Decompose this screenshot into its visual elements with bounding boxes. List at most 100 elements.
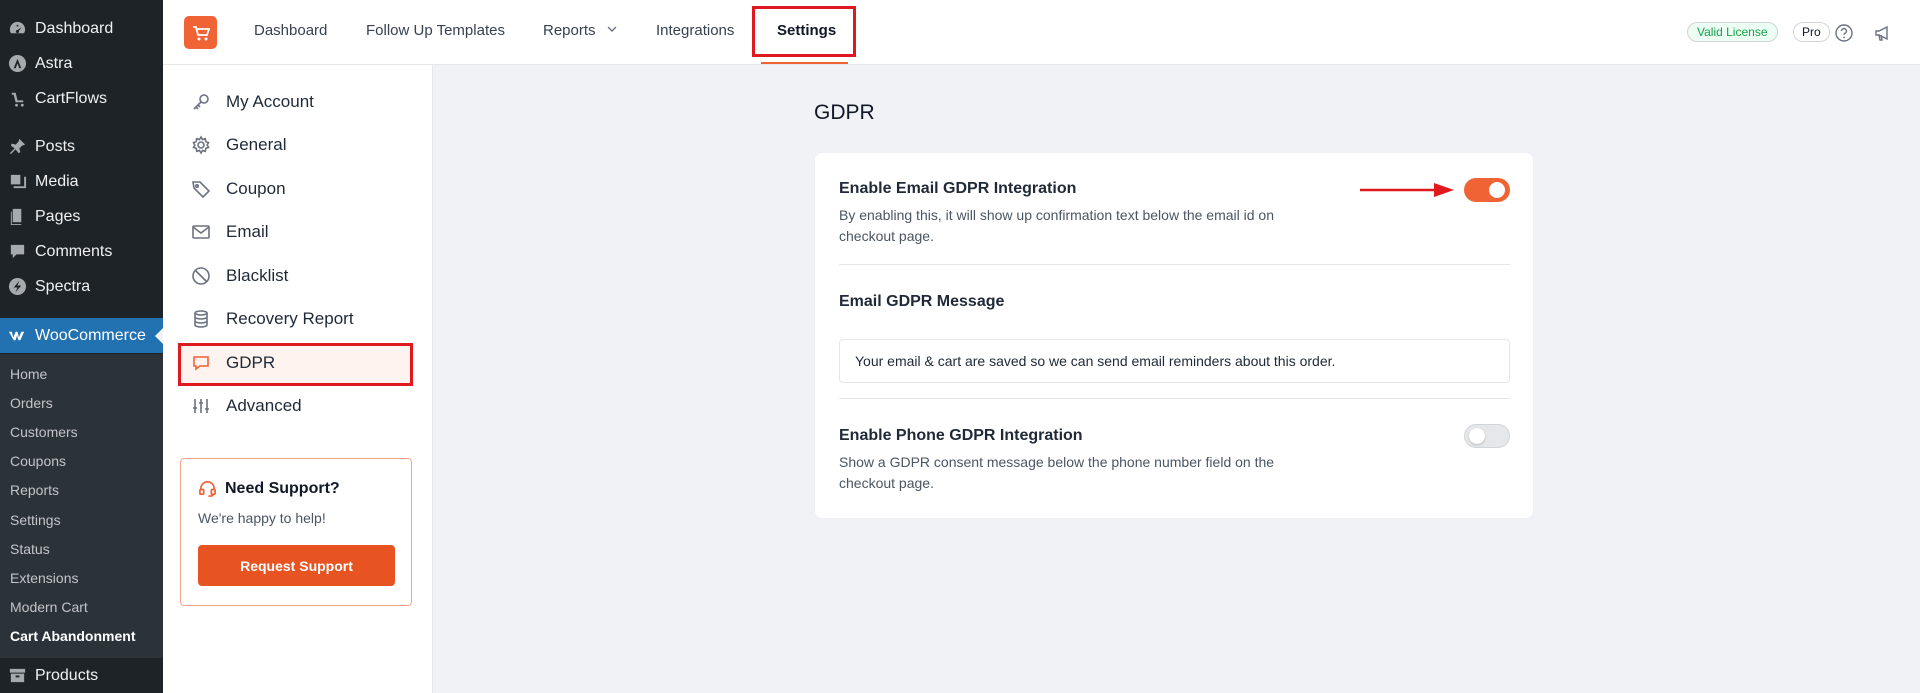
email-gdpr-description: By enabling this, it will show up confir… <box>839 207 1274 244</box>
tag-icon <box>192 181 211 199</box>
wp-menu-dashboard[interactable]: Dashboard <box>0 11 163 46</box>
divider <box>839 398 1510 399</box>
submenu-cart-abandonment[interactable]: Cart Abandonment <box>10 628 135 644</box>
wp-menu-products[interactable]: Products <box>0 658 163 693</box>
ban-icon <box>192 267 210 285</box>
wp-menu-astra[interactable]: Astra <box>0 46 163 81</box>
wp-menu-label: Pages <box>35 207 81 225</box>
tab-reports-label: Reports <box>543 22 596 39</box>
phone-gdpr-toggle[interactable] <box>1464 424 1510 448</box>
email-gdpr-message-input[interactable] <box>839 339 1510 383</box>
email-gdpr-message-title: Email GDPR Message <box>839 293 1005 310</box>
chat-bubble-icon <box>193 356 209 371</box>
submenu-extensions[interactable]: Extensions <box>10 570 78 586</box>
toggle-knob <box>1469 428 1485 444</box>
request-support-button[interactable]: Request Support <box>198 545 395 586</box>
astra-icon <box>7 54 27 74</box>
settings-nav-label: Recovery Report <box>226 309 354 328</box>
help-icon[interactable] <box>1834 23 1854 43</box>
submenu-coupons[interactable]: Coupons <box>10 453 66 469</box>
wp-menu-label: Spectra <box>35 277 91 295</box>
settings-nav-advanced[interactable]: Advanced <box>191 393 302 419</box>
top-navigation-bar: Dashboard Follow Up Templates Reports In… <box>163 0 1920 65</box>
wp-menu-label: Products <box>35 666 99 684</box>
cartflows-icon <box>7 89 27 109</box>
sliders-icon <box>193 399 209 413</box>
wp-menu-label: CartFlows <box>35 89 108 107</box>
settings-nav-blacklist[interactable]: Blacklist <box>191 263 288 289</box>
valid-license-badge: Valid License <box>1687 22 1778 42</box>
tab-follow-up-templates[interactable]: Follow Up Templates <box>366 22 505 39</box>
tab-dashboard[interactable]: Dashboard <box>254 22 327 39</box>
spectra-icon <box>7 277 27 297</box>
submenu-settings[interactable]: Settings <box>10 512 61 528</box>
wp-menu-media[interactable]: Media <box>0 164 163 199</box>
phone-gdpr-description: Show a GDPR consent message below the ph… <box>839 454 1275 491</box>
media-icon <box>7 172 27 192</box>
settings-highlight-box <box>752 6 856 57</box>
settings-nav-label: General <box>226 135 287 154</box>
divider <box>839 264 1510 265</box>
archive-icon <box>7 666 27 686</box>
settings-nav-coupon[interactable]: Coupon <box>191 176 286 202</box>
wp-menu-label: Dashboard <box>35 19 114 37</box>
tab-integrations[interactable]: Integrations <box>656 22 734 39</box>
submenu-customers[interactable]: Customers <box>10 424 78 440</box>
database-icon <box>194 310 208 328</box>
mail-icon <box>192 225 210 239</box>
settings-nav-label: Coupon <box>226 179 286 198</box>
phone-gdpr-title: Enable Phone GDPR Integration <box>839 427 1083 444</box>
wp-menu-label: WooCommerce <box>35 326 146 344</box>
page-title: GDPR <box>814 101 875 124</box>
settings-nav-label: Blacklist <box>226 266 289 285</box>
active-caret <box>155 328 163 344</box>
pin-icon <box>7 137 27 157</box>
support-card: Need Support? We're happy to help! Reque… <box>180 458 412 606</box>
active-tab-underline <box>761 62 848 64</box>
wp-menu-comments[interactable]: Comments <box>0 234 163 269</box>
tab-reports[interactable]: Reports <box>543 22 618 39</box>
gear-icon <box>192 135 210 155</box>
email-gdpr-title: Enable Email GDPR Integration <box>839 180 1077 197</box>
comment-icon <box>7 242 27 262</box>
support-subtitle: We're happy to help! <box>198 510 326 526</box>
wp-menu-label: Media <box>35 172 79 190</box>
wp-menu-label: Posts <box>35 137 76 155</box>
settings-nav-general[interactable]: General <box>191 132 286 158</box>
megaphone-icon[interactable] <box>1873 23 1893 43</box>
dashboard-icon <box>7 19 27 39</box>
pages-icon <box>7 207 27 227</box>
submenu-status[interactable]: Status <box>10 541 50 557</box>
settings-nav-email[interactable]: Email <box>191 219 269 245</box>
wp-menu-label: Comments <box>35 242 113 260</box>
woo-icon <box>7 326 27 346</box>
settings-nav-label: GDPR <box>226 353 276 372</box>
cart-logo-icon[interactable] <box>184 16 217 49</box>
settings-nav-label: Email <box>226 222 269 241</box>
key-icon <box>193 94 209 110</box>
submenu-home[interactable]: Home <box>10 366 47 382</box>
wp-menu-woocommerce[interactable]: WooCommerce <box>0 318 163 353</box>
wp-menu-label: Astra <box>35 54 73 72</box>
settings-nav-recovery-report[interactable]: Recovery Report <box>191 306 354 332</box>
submenu-reports[interactable]: Reports <box>10 482 59 498</box>
wp-menu-pages[interactable]: Pages <box>0 199 163 234</box>
red-arrow-annotation <box>1360 183 1454 197</box>
toggle-knob <box>1489 182 1505 198</box>
wp-menu-spectra[interactable]: Spectra <box>0 269 163 304</box>
chevron-down-icon <box>607 26 617 32</box>
support-title: Need Support? <box>198 479 340 498</box>
submenu-orders[interactable]: Orders <box>10 395 53 411</box>
settings-nav-label: Advanced <box>226 396 302 415</box>
support-title-text: Need Support? <box>225 479 340 497</box>
headset-icon <box>199 481 216 497</box>
wp-menu-posts[interactable]: Posts <box>0 129 163 164</box>
settings-nav-gdpr[interactable]: GDPR <box>191 350 275 376</box>
wp-admin-sidebar: Dashboard Astra CartFlows Posts Media Pa… <box>0 0 163 693</box>
email-gdpr-toggle[interactable] <box>1464 178 1510 202</box>
settings-nav-my-account[interactable]: My Account <box>191 89 314 115</box>
woocommerce-submenu: Home Orders Customers Coupons Reports Se… <box>0 354 163 658</box>
submenu-modern-cart[interactable]: Modern Cart <box>10 599 88 615</box>
gdpr-settings-card: Enable Email GDPR Integration By enablin… <box>814 152 1534 519</box>
wp-menu-cartflows[interactable]: CartFlows <box>0 81 163 116</box>
